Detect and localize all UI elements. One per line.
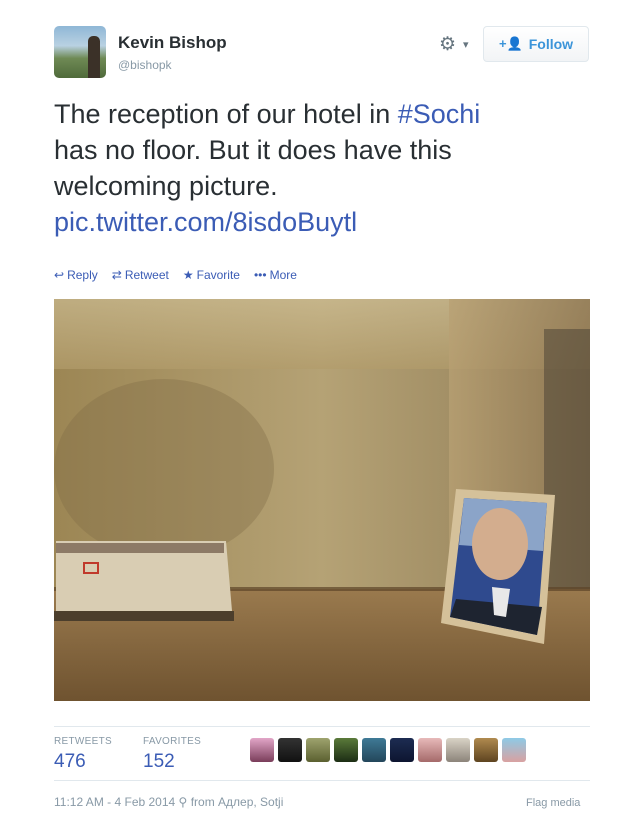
follow-label: Follow xyxy=(528,36,574,52)
user-handle[interactable]: @bishopk xyxy=(118,58,172,72)
divider-bottom xyxy=(54,780,590,781)
user-actions-menu[interactable]: ⚙ ▾ xyxy=(439,35,475,55)
hashtag-link[interactable]: #Sochi xyxy=(398,99,481,129)
user-name[interactable]: Kevin Bishop xyxy=(118,33,227,53)
tweet-text-line1: The reception of our hotel in xyxy=(54,99,398,129)
follow-button[interactable]: +👤 Follow xyxy=(483,26,589,62)
favoriter-avatars xyxy=(250,738,526,762)
media-link[interactable]: pic.twitter.com/8isdoBuytl xyxy=(54,207,357,237)
location-pin-icon: ⚲ xyxy=(178,795,188,809)
favoriter-avatar[interactable] xyxy=(474,738,498,762)
favorites-label: FAVORITES xyxy=(143,736,202,747)
gear-icon: ⚙ xyxy=(439,34,457,55)
retweet-icon: ⇄ xyxy=(111,268,122,282)
favoriter-avatar[interactable] xyxy=(278,738,302,762)
tweet-text-line3: welcoming picture. xyxy=(54,171,278,201)
retweet-label: Retweet xyxy=(124,268,169,282)
tweet-meta: 11:12 AM - 4 Feb 2014 ⚲ from Адлер, Sotj… xyxy=(54,795,283,809)
favoriter-avatar[interactable] xyxy=(362,738,386,762)
photo-image xyxy=(54,299,590,701)
favoriter-avatar[interactable] xyxy=(418,738,442,762)
favoriter-avatar[interactable] xyxy=(502,738,526,762)
star-icon: ★ xyxy=(182,268,194,282)
favoriter-avatar[interactable] xyxy=(334,738,358,762)
more-icon: ••• xyxy=(253,268,267,282)
retweets-count[interactable]: 476 xyxy=(54,751,86,773)
chevron-down-icon: ▾ xyxy=(463,39,469,51)
favoriter-avatar[interactable] xyxy=(250,738,274,762)
more-action[interactable]: ••• More xyxy=(254,268,297,282)
more-label: More xyxy=(269,268,297,282)
retweet-action[interactable]: ⇄ Retweet xyxy=(112,268,169,282)
user-avatar[interactable] xyxy=(54,26,106,78)
favorites-count[interactable]: 152 xyxy=(143,751,175,773)
reply-icon: ↩ xyxy=(54,268,65,282)
favorite-label: Favorite xyxy=(196,268,240,282)
tweet-text: The reception of our hotel in #Sochi has… xyxy=(54,96,604,240)
divider-top xyxy=(54,726,590,727)
tweet-timestamp[interactable]: 11:12 AM - 4 Feb 2014 xyxy=(54,795,175,809)
retweets-label: RETWEETS xyxy=(54,736,112,747)
flag-media-link[interactable]: Flag media xyxy=(526,797,580,809)
reply-label: Reply xyxy=(67,268,98,282)
tweet-text-line2: has no floor. But it does have this xyxy=(54,135,452,165)
favoriter-avatar[interactable] xyxy=(446,738,470,762)
tweet-location[interactable]: from Адлер, Sotji xyxy=(191,795,284,809)
follow-plus-icon: +👤 xyxy=(498,36,523,51)
reply-action[interactable]: ↩ Reply xyxy=(54,268,98,282)
tweet-actions: ↩ Reply ⇄ Retweet ★ Favorite ••• More xyxy=(54,268,297,282)
tweet-photo[interactable] xyxy=(54,299,590,701)
favorite-action[interactable]: ★ Favorite xyxy=(183,268,240,282)
favoriter-avatar[interactable] xyxy=(306,738,330,762)
favoriter-avatar[interactable] xyxy=(390,738,414,762)
